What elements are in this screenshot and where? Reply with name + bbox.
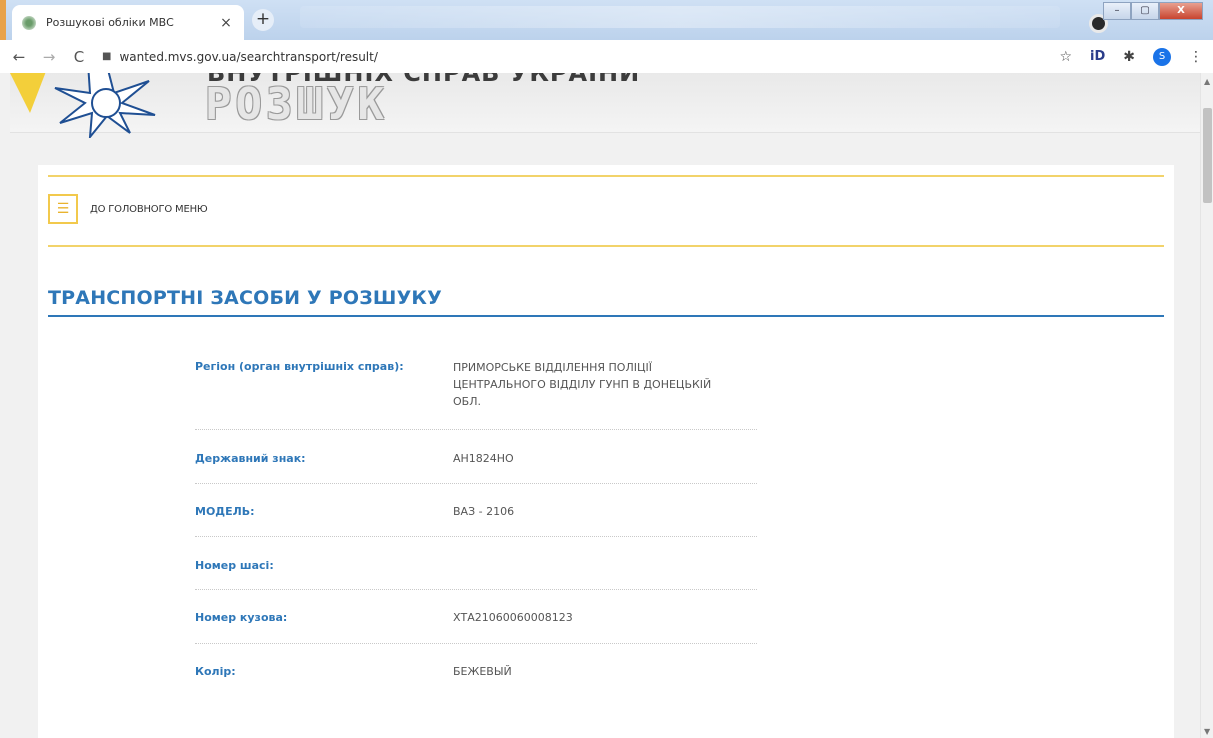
- url-text[interactable]: wanted.mvs.gov.ua/searchtransport/result…: [119, 50, 377, 64]
- new-tab-button[interactable]: +: [252, 9, 274, 31]
- maximize-button[interactable]: ▢: [1131, 2, 1159, 20]
- field-label: Державний знак:: [195, 452, 306, 465]
- blurred-background-titles: [300, 6, 1060, 28]
- divider-top: [48, 175, 1164, 177]
- bookmark-star-icon[interactable]: ☆: [1059, 49, 1072, 65]
- tab-title: Розшукові обліки МВС: [46, 16, 174, 29]
- menu-kebab-icon[interactable]: ⋮: [1189, 49, 1203, 65]
- title-underline: [48, 315, 1164, 317]
- window-controls: – ▢ X: [1103, 2, 1203, 20]
- minimize-button[interactable]: –: [1103, 2, 1131, 20]
- scroll-down-icon[interactable]: ▼: [1204, 727, 1210, 736]
- field-label: Регіон (орган внутрішніх справ):: [195, 360, 404, 373]
- main-menu-link[interactable]: ☰ ДО ГОЛОВНОГО МЕНЮ: [48, 192, 208, 226]
- close-window-button[interactable]: X: [1159, 2, 1203, 20]
- field-label: Номер кузова:: [195, 611, 288, 624]
- field-row-plate: Державний знак: АН1824НО: [195, 430, 757, 484]
- site-logo-text[interactable]: РОЗШУК: [205, 79, 388, 130]
- browser-tab-active[interactable]: Розшукові обліки МВС ×: [12, 5, 244, 40]
- page-scrollbar[interactable]: ▲ ▼: [1200, 73, 1213, 738]
- police-emblem-icon: [10, 73, 156, 138]
- list-menu-icon[interactable]: ☰: [48, 194, 78, 224]
- address-bar[interactable]: ■ wanted.mvs.gov.ua/searchtransport/resu…: [102, 44, 378, 70]
- field-value: ВАЗ - 2106: [453, 505, 515, 518]
- field-row-chassis: Номер шасі:: [195, 537, 757, 590]
- extension-id-icon[interactable]: iD: [1090, 49, 1105, 64]
- field-value: ПРИМОРСЬКЕ ВІДДІЛЕННЯ ПОЛІЦІЇ ЦЕНТРАЛЬНО…: [453, 361, 712, 408]
- lock-icon: ■: [102, 51, 112, 62]
- page-viewport: ВНУТРІШНІХ СПРАВ УКРАЇНИ РОЗШУК ☰ ДО ГОЛ…: [0, 73, 1200, 738]
- browser-tabstrip: Розшукові обліки МВС × + – ▢ X: [0, 0, 1213, 40]
- field-label: Номер шасі:: [195, 559, 274, 572]
- field-row-region: Регіон (орган внутрішніх справ): ПРИМОРС…: [195, 339, 757, 430]
- field-row-color: Колір: БЕЖЕВЫЙ: [195, 644, 757, 698]
- field-value: АН1824НО: [453, 452, 514, 465]
- browser-toolbar: ← → C ■ wanted.mvs.gov.ua/searchtranspor…: [0, 40, 1213, 73]
- scroll-up-icon[interactable]: ▲: [1204, 77, 1210, 86]
- reload-icon[interactable]: C: [68, 48, 90, 66]
- divider-bottom: [48, 245, 1164, 247]
- content-card: ☰ ДО ГОЛОВНОГО МЕНЮ ТРАНСПОРТНІ ЗАСОБИ У…: [38, 165, 1174, 738]
- page-title: ТРАНСПОРТНІ ЗАСОБИ У РОЗШУКУ: [48, 287, 442, 309]
- vehicle-record: Регіон (орган внутрішніх справ): ПРИМОРС…: [195, 339, 757, 698]
- field-row-body-number: Номер кузова: ХТА21060060008123: [195, 590, 757, 644]
- main-menu-label[interactable]: ДО ГОЛОВНОГО МЕНЮ: [90, 204, 208, 215]
- field-value: ХТА21060060008123: [453, 611, 573, 624]
- toolbar-actions: ☆ iD ✱ S ⋮: [1059, 40, 1203, 73]
- taskbar-edge: [0, 0, 6, 40]
- scroll-thumb[interactable]: [1203, 108, 1212, 203]
- back-arrow-icon[interactable]: ←: [8, 48, 30, 66]
- profile-avatar[interactable]: S: [1153, 47, 1171, 66]
- tab-close-icon[interactable]: ×: [218, 15, 234, 31]
- field-row-model: МОДЕЛЬ: ВАЗ - 2106: [195, 484, 757, 537]
- field-label: Колір:: [195, 665, 236, 678]
- field-label: МОДЕЛЬ:: [195, 505, 255, 518]
- extensions-puzzle-icon[interactable]: ✱: [1123, 49, 1135, 65]
- field-value: БЕЖЕВЫЙ: [453, 665, 512, 678]
- forward-arrow-icon[interactable]: →: [38, 48, 60, 66]
- site-favicon-icon: [22, 15, 36, 30]
